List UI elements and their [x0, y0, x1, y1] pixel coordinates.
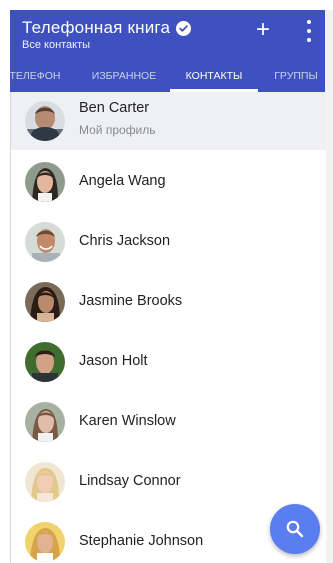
- contact-name: Angela Wang: [79, 173, 166, 189]
- list-item[interactable]: Jason Holt: [11, 332, 326, 392]
- tab-favorites[interactable]: ИЗБРАННОЕ: [86, 62, 162, 92]
- contact-name: Lindsay Connor: [79, 473, 181, 489]
- contact-name: Stephanie Johnson: [79, 533, 204, 549]
- avatar: [25, 282, 65, 322]
- plus-icon: +: [255, 16, 270, 43]
- tab-contacts[interactable]: КОНТАКТЫ: [170, 62, 258, 92]
- list-item[interactable]: Lindsay Connor: [11, 452, 326, 512]
- list-item[interactable]: Karen Winslow: [11, 392, 326, 452]
- more-dot-icon: [307, 38, 311, 42]
- avatar: [25, 402, 65, 442]
- avatar: [25, 522, 65, 562]
- more-dot-icon: [307, 29, 311, 33]
- app-bar: Телефонная книга Все контакты + ТЕЛЕФОН …: [9, 10, 325, 92]
- list-item[interactable]: Chris Jackson: [11, 212, 326, 272]
- tab-groups[interactable]: ГРУППЫ: [267, 62, 325, 92]
- list-item[interactable]: Angela Wang: [11, 152, 326, 212]
- list-item[interactable]: Jasmine Brooks: [11, 272, 326, 332]
- more-options-button[interactable]: [301, 20, 317, 42]
- avatar: [25, 462, 65, 502]
- search-icon: [286, 520, 304, 538]
- app-subtitle: Все контакты: [22, 39, 91, 51]
- contact-name: Jasmine Brooks: [79, 293, 183, 309]
- profile-name: Ben Carter: [79, 100, 150, 116]
- tab-phone[interactable]: ТЕЛЕФОН: [4, 62, 66, 92]
- check-circle-icon: [176, 20, 192, 36]
- contact-name: Chris Jackson: [79, 233, 171, 249]
- right-edge-shadow: [325, 10, 333, 563]
- add-contact-button[interactable]: +: [251, 18, 275, 42]
- avatar: [25, 101, 65, 141]
- avatar: [25, 162, 65, 202]
- search-button[interactable]: [270, 504, 320, 554]
- contact-name: Karen Winslow: [79, 413, 176, 429]
- phonebook-screen: Телефонная книга Все контакты + ТЕЛЕФОН …: [0, 0, 333, 563]
- title-row: Телефонная книга: [22, 18, 192, 38]
- tab-bar: ТЕЛЕФОН ИЗБРАННОЕ КОНТАКТЫ ГРУППЫ: [9, 62, 325, 92]
- contacts-list: Ben Carter Мой профиль Angela Wang Chris…: [10, 92, 326, 563]
- avatar: [25, 342, 65, 382]
- profile-subtitle: Мой профиль: [79, 123, 156, 137]
- app-title: Телефонная книга: [22, 18, 171, 37]
- avatar: [25, 222, 65, 262]
- more-dot-icon: [307, 20, 311, 24]
- contact-name: Jason Holt: [79, 353, 148, 369]
- my-profile-row[interactable]: Ben Carter Мой профиль: [11, 92, 326, 150]
